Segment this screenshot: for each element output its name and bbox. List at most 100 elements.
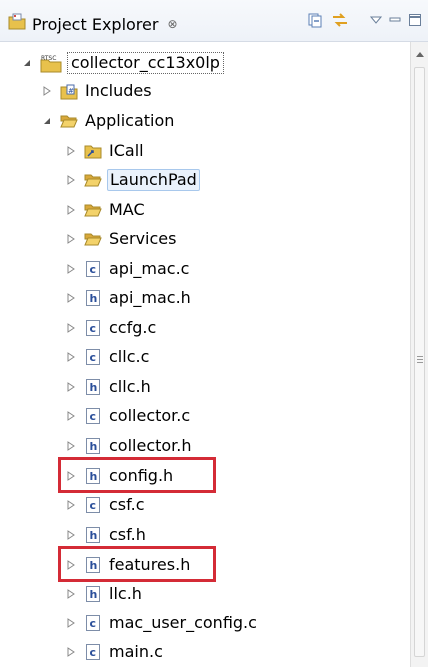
tree-item-project[interactable]: RTSC collector_cc13x0lp [20,49,224,77]
file-type-letter: c [90,322,97,335]
c-source-file-icon: c [84,614,102,632]
file-type-letter: c [90,499,97,512]
collapsed-arrow-icon[interactable] [64,321,78,335]
folder-icon [84,230,102,248]
tree-item-file[interactable]: h csf.h [64,521,148,549]
tree-item-label: collector.c [109,406,191,425]
folder-icon [84,171,102,189]
file-type-letter: h [90,292,98,305]
tree-item-file[interactable]: c collector.c [64,402,192,430]
tree-item-file[interactable]: c ccfg.c [64,314,158,342]
tree-item-label: LaunchPad [107,169,200,191]
tree-item-label: ICall [109,141,144,160]
tree-item-file[interactable]: c main.c [64,638,165,666]
file-type-letter: c [90,617,97,630]
tree-item-folder[interactable]: MAC [64,196,147,224]
file-type-letter: c [90,263,97,276]
h-header-file-icon: h [84,289,102,307]
collapsed-arrow-icon[interactable] [64,498,78,512]
tree-item-application[interactable]: Application [40,107,176,135]
collapsed-arrow-icon[interactable] [64,173,78,187]
collapse-all-icon[interactable] [305,10,325,30]
tree-item-label: cllc.c [109,347,150,366]
tree-item-label: llc.h [109,584,142,603]
collapsed-arrow-icon[interactable] [64,203,78,217]
scroll-up-arrow-icon[interactable] [415,50,425,58]
project-tree: RTSC collector_cc13x0lp # Includes Appli… [0,42,410,667]
collapsed-arrow-icon[interactable] [64,262,78,276]
tree-item-folder[interactable]: Services [64,225,178,253]
c-source-file-icon: c [84,496,102,514]
expanded-arrow-icon[interactable] [20,56,34,70]
tree-item-label: MAC [109,200,145,219]
tree-item-label: main.c [109,642,163,661]
highlight-box-features-h [58,546,216,582]
vertical-scrollbar[interactable] [410,42,428,667]
tree-item-file[interactable]: h llc.h [64,580,144,608]
c-source-file-icon: c [84,319,102,337]
file-type-letter: c [90,410,97,423]
file-type-letter: c [90,646,97,659]
expanded-arrow-icon[interactable] [40,114,54,128]
view-header: Project Explorer ⊗ [0,0,428,42]
tree-item-file[interactable]: h api_mac.h [64,284,193,312]
tree-item-label: collector.h [109,436,192,455]
tab-title: Project Explorer [32,14,159,34]
file-type-letter: h [90,588,98,601]
tree-item-folder[interactable]: ICall [64,137,146,165]
tree-item-includes[interactable]: # Includes [40,77,154,105]
file-type-letter: h [90,440,98,453]
collapsed-arrow-icon[interactable] [64,291,78,305]
tree-item-folder[interactable]: LaunchPad [64,166,200,194]
link-with-editor-icon[interactable] [330,10,350,30]
svg-text:RTSC: RTSC [41,55,56,62]
file-type-letter: h [90,529,98,542]
tree-item-label: csf.h [109,525,146,544]
open-folder-icon [60,112,78,130]
c-source-file-icon: c [84,407,102,425]
collapsed-arrow-icon[interactable] [64,409,78,423]
minimize-icon[interactable] [385,10,405,30]
h-header-file-icon: h [84,437,102,455]
collapsed-arrow-icon[interactable] [64,587,78,601]
collapsed-arrow-icon[interactable] [64,144,78,158]
tree-item-file[interactable]: c mac_user_config.c [64,609,259,637]
tree-item-file[interactable]: h cllc.h [64,373,153,401]
linked-folder-icon [84,142,102,160]
c-source-file-icon: c [84,260,102,278]
collapsed-arrow-icon[interactable] [64,350,78,364]
collapsed-arrow-icon[interactable] [64,380,78,394]
tree-item-file[interactable]: c api_mac.c [64,255,191,283]
project-explorer-tab[interactable]: Project Explorer ⊗ [8,13,178,35]
close-tab-icon[interactable]: ⊗ [167,17,177,31]
tree-item-label: Services [109,229,177,248]
svg-text:#: # [68,87,74,95]
collapsed-arrow-icon[interactable] [64,439,78,453]
tree-item-label: Application [85,111,175,130]
maximize-icon[interactable] [405,10,425,30]
tree-item-label: cllc.h [109,377,151,396]
tree-item-file[interactable]: h collector.h [64,432,194,460]
scrollbar-thumb[interactable] [414,67,425,657]
tree-item-label: api_mac.c [109,259,190,278]
folder-icon [84,201,102,219]
h-header-file-icon: h [84,526,102,544]
tree-item-label: csf.c [109,495,145,514]
project-explorer-icon [8,13,26,35]
highlight-box-config-h [58,457,216,493]
c-source-file-icon: c [84,643,102,661]
tree-item-label: collector_cc13x0lp [67,52,224,74]
tree-item-file[interactable]: c cllc.c [64,343,151,371]
collapsed-arrow-icon[interactable] [64,616,78,630]
collapsed-arrow-icon[interactable] [64,645,78,659]
tree-item-file[interactable]: c csf.c [64,491,146,519]
c-source-file-icon: c [84,348,102,366]
file-type-letter: c [90,351,97,364]
tree-item-label: Includes [85,81,152,100]
collapsed-arrow-icon[interactable] [64,232,78,246]
view-menu-icon[interactable] [366,10,386,30]
rtsc-project-icon: RTSC [40,54,62,73]
collapsed-arrow-icon[interactable] [64,528,78,542]
tree-item-label: api_mac.h [109,288,191,307]
collapsed-arrow-icon[interactable] [40,84,54,98]
